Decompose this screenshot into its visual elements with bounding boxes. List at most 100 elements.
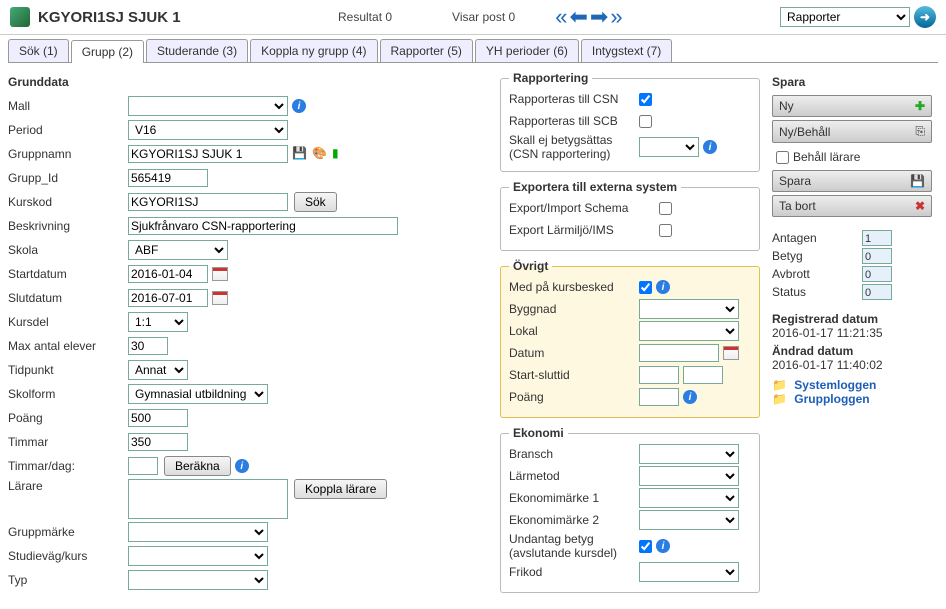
scb-checkbox[interactable] xyxy=(639,115,652,128)
gruppnamn-input[interactable] xyxy=(128,145,288,163)
frikod-select[interactable] xyxy=(639,562,739,582)
label-tidpunkt: Tidpunkt xyxy=(8,363,128,377)
calendar-icon[interactable] xyxy=(723,346,739,360)
period-select[interactable]: V16 xyxy=(128,120,288,140)
skallej-select[interactable] xyxy=(639,137,699,157)
tab-yh[interactable]: YH perioder (6) xyxy=(475,39,579,62)
ovrigt-poang-input[interactable] xyxy=(639,388,679,406)
mall-select[interactable] xyxy=(128,96,288,116)
label-kursdel: Kursdel xyxy=(8,315,128,329)
tab-studerande[interactable]: Studerande (3) xyxy=(146,39,248,62)
typ-select[interactable] xyxy=(128,570,268,590)
label-medpa: Med på kursbesked xyxy=(509,280,639,294)
kurskod-input[interactable] xyxy=(128,193,288,211)
nav-first-icon[interactable]: « xyxy=(555,6,567,28)
info-icon[interactable]: i xyxy=(292,99,306,113)
label-eko1: Ekonomimärke 1 xyxy=(509,491,639,505)
betyg-value: 0 xyxy=(862,248,892,264)
skola-select[interactable]: ABF xyxy=(128,240,228,260)
undantag-checkbox[interactable] xyxy=(639,540,652,553)
nybehall-label: Ny/Behåll xyxy=(779,125,830,139)
tabort-button[interactable]: Ta bort ✖ xyxy=(772,195,932,217)
larare-textarea[interactable] xyxy=(128,479,288,519)
label-larmiljo: Export Lärmiljö/IMS xyxy=(509,223,659,237)
export-title: Exportera till externa system xyxy=(509,180,681,194)
delete-icon: ✖ xyxy=(915,199,925,213)
medpa-checkbox[interactable] xyxy=(639,281,652,294)
studievag-select[interactable] xyxy=(128,546,268,566)
mobile-icon[interactable]: ▮ xyxy=(332,146,348,162)
save-small-icon[interactable]: 💾 xyxy=(292,146,308,162)
label-maxantal: Max antal elever xyxy=(8,339,128,353)
timmar-input[interactable] xyxy=(128,433,188,451)
grupploggen-link[interactable]: Grupploggen xyxy=(794,392,869,406)
nav-next-icon[interactable]: ➡ xyxy=(590,6,608,28)
maxantal-input[interactable] xyxy=(128,337,168,355)
info-icon[interactable]: i xyxy=(235,459,249,473)
label-skolform: Skolform xyxy=(8,387,128,401)
label-frikod: Frikod xyxy=(509,565,639,579)
plus-icon: ✚ xyxy=(915,99,925,113)
tab-intyg[interactable]: Intygstext (7) xyxy=(581,39,672,62)
tab-rapporter[interactable]: Rapporter (5) xyxy=(380,39,473,62)
behall-larare-label: Behåll lärare xyxy=(793,150,860,164)
label-timdag: Timmar/dag: xyxy=(8,459,128,473)
slutdatum-input[interactable] xyxy=(128,289,208,307)
berakna-button[interactable]: Beräkna xyxy=(164,456,231,476)
startdatum-input[interactable] xyxy=(128,265,208,283)
skolform-select[interactable]: Gymnasial utbildning xyxy=(128,384,268,404)
systemloggen-link[interactable]: Systemloggen xyxy=(794,378,876,392)
folder-icon: 📁 xyxy=(772,392,787,406)
calendar-icon[interactable] xyxy=(212,267,228,281)
tab-koppla[interactable]: Koppla ny grupp (4) xyxy=(250,39,377,62)
post-count: Visar post 0 xyxy=(452,10,515,24)
label-typ: Typ xyxy=(8,573,128,587)
tab-sok[interactable]: Sök (1) xyxy=(8,39,69,62)
reports-select[interactable]: Rapporter xyxy=(780,7,910,27)
go-button[interactable]: ➜ xyxy=(914,6,936,28)
kursdel-select[interactable]: 1:1 xyxy=(128,312,188,332)
csn-checkbox[interactable] xyxy=(639,93,652,106)
nybehall-button[interactable]: Ny/Behåll ⎘ xyxy=(772,120,932,143)
koppla-larare-button[interactable]: Koppla lärare xyxy=(294,479,387,499)
eko1-select[interactable] xyxy=(639,488,739,508)
gruppid-input[interactable] xyxy=(128,169,208,187)
eko2-select[interactable] xyxy=(639,510,739,530)
nav-last-icon[interactable]: » xyxy=(610,6,622,28)
sok-button[interactable]: Sök xyxy=(294,192,337,212)
palette-icon[interactable]: 🎨 xyxy=(312,146,328,162)
ovrigt-title: Övrigt xyxy=(509,259,552,273)
bransch-select[interactable] xyxy=(639,444,739,464)
datum-input[interactable] xyxy=(639,344,719,362)
beskrivning-input[interactable] xyxy=(128,217,398,235)
byggnad-select[interactable] xyxy=(639,299,739,319)
ny-label: Ny xyxy=(779,99,794,113)
label-datum: Datum xyxy=(509,346,639,360)
ekonomi-title: Ekonomi xyxy=(509,426,568,440)
poang-input[interactable] xyxy=(128,409,188,427)
spara-button[interactable]: Spara 💾 xyxy=(772,170,932,192)
ekonomi-group: Ekonomi Bransch Lärmetod Ekonomimärke 1 … xyxy=(500,426,760,593)
label-gruppnamn: Gruppnamn xyxy=(8,147,128,161)
starttid-input[interactable] xyxy=(639,366,679,384)
larmetod-select[interactable] xyxy=(639,466,739,486)
gruppmarke-select[interactable] xyxy=(128,522,268,542)
tab-grupp[interactable]: Grupp (2) xyxy=(71,40,144,63)
label-schema: Export/Import Schema xyxy=(509,201,659,215)
behall-larare-checkbox[interactable] xyxy=(776,151,789,164)
tidpunkt-select[interactable]: Annat xyxy=(128,360,188,380)
larmiljo-checkbox[interactable] xyxy=(659,224,672,237)
label-mall: Mall xyxy=(8,99,128,113)
info-icon[interactable]: i xyxy=(703,140,717,154)
info-icon[interactable]: i xyxy=(683,390,697,404)
ny-button[interactable]: Ny ✚ xyxy=(772,95,932,117)
timdag-input[interactable] xyxy=(128,457,158,475)
schema-checkbox[interactable] xyxy=(659,202,672,215)
lokal-select[interactable] xyxy=(639,321,739,341)
calendar-icon[interactable] xyxy=(212,291,228,305)
info-icon[interactable]: i xyxy=(656,539,670,553)
nav-prev-icon[interactable]: ⬅ xyxy=(569,6,587,28)
info-icon[interactable]: i xyxy=(656,280,670,294)
sluttid-input[interactable] xyxy=(683,366,723,384)
chg-datum-value: 2016-01-17 11:40:02 xyxy=(772,358,932,372)
